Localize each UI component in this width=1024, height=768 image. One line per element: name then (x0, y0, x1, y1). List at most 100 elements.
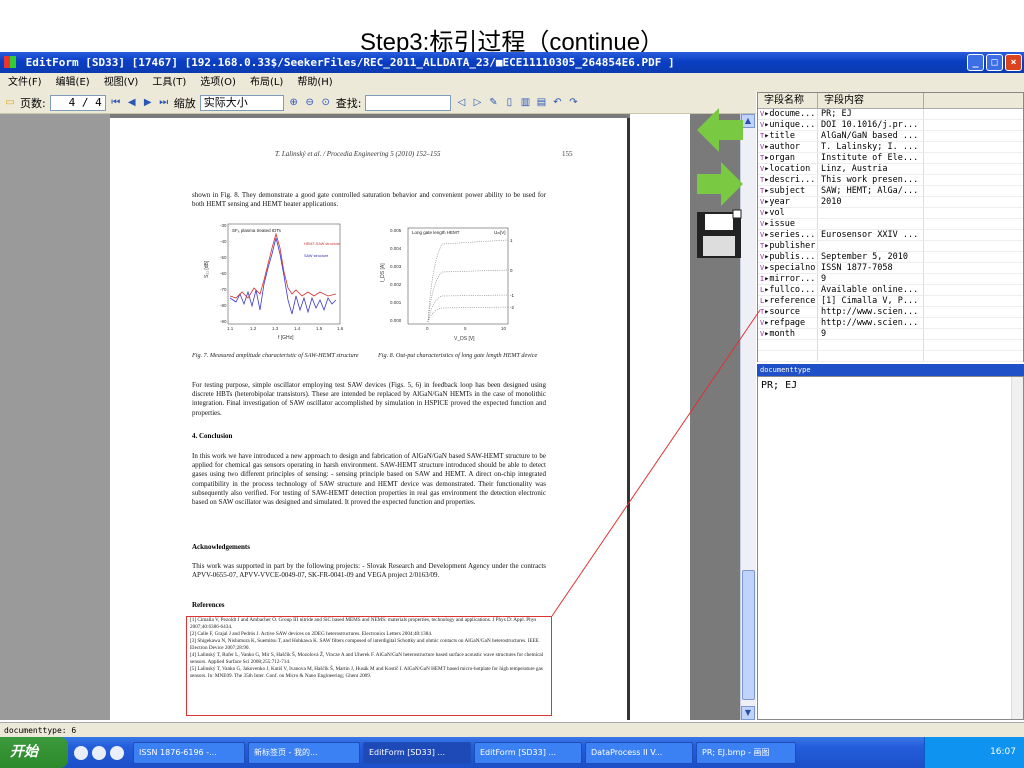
toolbar: ▭ 页数: 4 / 4 ⏮ ◀ ▶ ⏭ 缩放 实际大小 ⊕ ⊖ ⊙ 查找: ◁ … (0, 92, 756, 114)
field-value[interactable]: [1] Cimalla V, P... (818, 296, 924, 306)
field-value[interactable]: http://www.scien... (818, 318, 924, 328)
last-page-icon[interactable]: ⏭ (158, 97, 170, 109)
first-page-icon[interactable]: ⏮ (110, 97, 122, 109)
field-row[interactable]: V▸specialno ISSN 1877-7058 (758, 263, 1023, 274)
single-page-icon[interactable]: ▯ (503, 97, 515, 109)
search-input[interactable] (365, 94, 452, 111)
field-type-icon: V (760, 165, 765, 173)
field-value[interactable]: This work presen... (818, 175, 924, 185)
menu-view[interactable]: 视图(V) (104, 73, 139, 92)
fig8-curve-label: -2 (510, 305, 514, 310)
taskbar-button[interactable]: DataProcess II V... (585, 741, 693, 764)
field-row[interactable]: V▸author T. Lalinsky; I. ... (758, 142, 1023, 153)
ie-icon[interactable] (110, 745, 124, 760)
field-value[interactable]: DOI 10.1016/j.pr... (818, 120, 924, 130)
field-row[interactable]: T▸subject SAW; HEMT; AlGa/... (758, 186, 1023, 197)
field-value[interactable]: Linz, Austria (818, 164, 924, 174)
save-disk-icon[interactable] (697, 209, 742, 258)
field-value[interactable]: 9 (818, 274, 924, 284)
field-row[interactable]: V▸series... Eurosensor XXIV ... (758, 230, 1023, 241)
field-value[interactable]: PR; EJ (818, 109, 924, 119)
save-icon[interactable]: ▤ (535, 97, 547, 109)
field-row-empty (758, 340, 1023, 351)
field-row[interactable]: V▸month 9 (758, 329, 1023, 340)
zoom-out-icon[interactable]: ⊖ (304, 97, 316, 109)
field-row[interactable]: V▸unique... DOI 10.1016/j.pr... (758, 120, 1023, 131)
rotate-left-icon[interactable]: ↶ (551, 97, 563, 109)
field-name: V▸year (758, 197, 818, 207)
zoom-select[interactable]: 实际大小 (199, 94, 284, 111)
field-row[interactable]: L▸reference [1] Cimalla V, P... (758, 296, 1023, 307)
search-prev-icon[interactable]: ◁ (455, 97, 467, 109)
two-page-icon[interactable]: ▥ (519, 97, 531, 109)
field-row[interactable]: V▸year 2010 (758, 197, 1023, 208)
highlight-icon[interactable]: ✎ (487, 97, 499, 109)
prev-page-icon[interactable]: ◀ (126, 97, 138, 109)
page-input[interactable]: 4 / 4 (49, 94, 106, 111)
taskbar-button[interactable]: ISSN 1876-6196 -... (133, 741, 245, 764)
field-value[interactable]: Eurosensor XXIV ... (818, 230, 924, 240)
taskbar-button[interactable]: EditForm [SD33] ... (363, 741, 471, 764)
field-row[interactable]: T▸title AlGaN/GaN based ... (758, 131, 1023, 142)
taskbar-button[interactable]: EditForm [SD33] ... (474, 741, 582, 764)
forward-arrow-icon[interactable] (697, 162, 743, 206)
field-row[interactable]: T▸publisher (758, 241, 1023, 252)
field-value[interactable]: September 5, 2010 (818, 252, 924, 262)
scroll-down-icon[interactable]: ▼ (741, 706, 755, 720)
editor-scrollbar[interactable] (1011, 377, 1023, 719)
field-value[interactable]: 2010 (818, 197, 924, 207)
taskbar-button[interactable]: PR; EJ.bmp - 画图 (696, 741, 796, 764)
close-button[interactable]: × (1005, 54, 1022, 71)
menu-layout[interactable]: 布局(L) (250, 73, 283, 92)
window-titlebar[interactable]: EditForm [SD33] [17467] [192.168.0.33$/S… (0, 52, 1024, 73)
field-row[interactable]: T▸source http://www.scien... (758, 307, 1023, 318)
field-value[interactable]: Institute of Ele... (818, 153, 924, 163)
fig7-ytick: -80 (220, 303, 227, 308)
field-row[interactable]: L▸fullco... Available online... (758, 285, 1023, 296)
field-value[interactable] (818, 219, 924, 229)
menu-file[interactable]: 文件(F) (8, 73, 42, 92)
field-row[interactable]: T▸organ Institute of Ele... (758, 153, 1023, 164)
back-arrow-icon[interactable] (697, 108, 743, 152)
field-row[interactable]: V▸publis... September 5, 2010 (758, 252, 1023, 263)
field-value[interactable]: SAW; HEMT; AlGa/... (818, 186, 924, 196)
fig7-legend-hemt: HEMT-SAW structure (304, 242, 340, 246)
desktop-icon[interactable] (74, 745, 88, 760)
fig8-xtick: 0 (426, 326, 429, 331)
scroll-thumb[interactable] (742, 570, 755, 700)
field-value[interactable]: AlGaN/GaN based ... (818, 131, 924, 141)
field-row[interactable]: V▸docume... PR; EJ (758, 109, 1023, 120)
zoom-fit-icon[interactable]: ⊙ (320, 97, 332, 109)
browser-icon[interactable] (92, 745, 106, 760)
field-row[interactable]: V▸issue (758, 219, 1023, 230)
field-row[interactable]: T▸descri... This work presen... (758, 175, 1023, 186)
menu-edit[interactable]: 编辑(E) (56, 73, 90, 92)
field-type-icon: T (760, 242, 765, 250)
field-value[interactable] (818, 208, 924, 218)
taskbar-button[interactable]: 新标签页 - 我的... (248, 741, 360, 764)
rotate-right-icon[interactable]: ↷ (567, 97, 579, 109)
field-row[interactable]: I▸mirror... 9 (758, 274, 1023, 285)
search-next-icon[interactable]: ▷ (471, 97, 483, 109)
field-name-text: location (769, 164, 811, 174)
field-row[interactable]: V▸refpage http://www.scien... (758, 318, 1023, 329)
start-button[interactable]: 开始 (0, 737, 68, 768)
menu-help[interactable]: 帮助(H) (297, 73, 332, 92)
field-value[interactable]: 9 (818, 329, 924, 339)
references-heading: References (192, 601, 225, 609)
documenttype-value[interactable]: PR; EJ (761, 380, 797, 391)
field-value[interactable]: ISSN 1877-7058 (818, 263, 924, 273)
next-page-icon[interactable]: ▶ (142, 97, 154, 109)
minimize-button[interactable]: _ (967, 54, 984, 71)
field-value[interactable]: Available online... (818, 285, 924, 295)
documenttype-editor[interactable]: PR; EJ (757, 376, 1024, 720)
menu-tools[interactable]: 工具(T) (152, 73, 186, 92)
field-value[interactable] (818, 241, 924, 251)
field-value[interactable]: http://www.scien... (818, 307, 924, 317)
maximize-button[interactable]: □ (986, 54, 1003, 71)
field-value[interactable]: T. Lalinsky; I. ... (818, 142, 924, 152)
zoom-in-icon[interactable]: ⊕ (288, 97, 300, 109)
field-row[interactable]: V▸vol (758, 208, 1023, 219)
field-row[interactable]: V▸location Linz, Austria (758, 164, 1023, 175)
menu-options[interactable]: 选项(O) (200, 73, 236, 92)
